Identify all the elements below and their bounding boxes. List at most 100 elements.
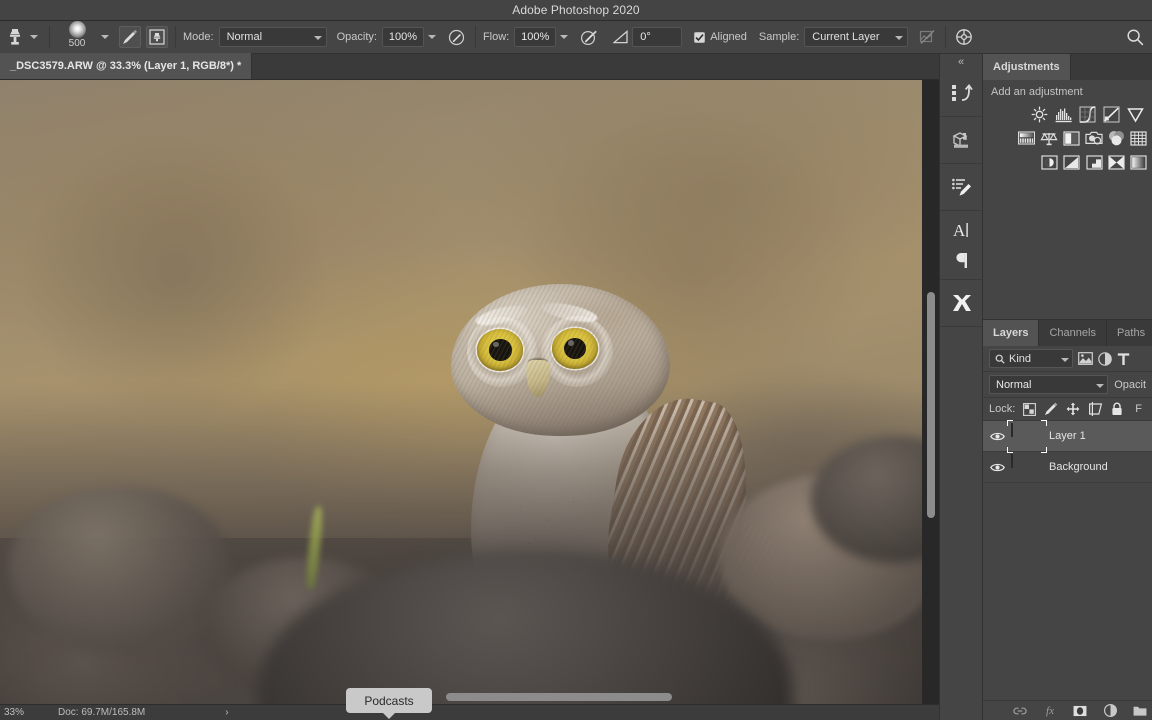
artboard[interactable] bbox=[0, 80, 922, 704]
canvas-area[interactable] bbox=[0, 80, 939, 704]
invert-icon[interactable] bbox=[1040, 152, 1058, 172]
tab-channels-label: Channels bbox=[1049, 327, 1096, 339]
adjustment-layer-filter-icon[interactable] bbox=[1098, 351, 1112, 366]
brightness-contrast-icon[interactable] bbox=[1029, 104, 1049, 124]
title-bar: Adobe Photoshop 2020 bbox=[0, 0, 1152, 21]
canvas-horizontal-scrollbar[interactable] bbox=[446, 693, 672, 701]
document-size-info: Doc: 69.7M/165.8M bbox=[58, 707, 146, 718]
flow-input[interactable]: 100% bbox=[514, 27, 557, 47]
pressure-flow-icon[interactable] bbox=[578, 26, 600, 48]
character-icon[interactable]: A bbox=[940, 215, 983, 245]
photo-filter-icon[interactable] bbox=[1085, 128, 1104, 148]
sample-select[interactable]: Current Layer bbox=[804, 27, 909, 47]
layer-kind-select[interactable]: Kind bbox=[989, 349, 1073, 368]
owl-facial-disc bbox=[541, 315, 614, 388]
layer-blend-mode-value: Normal bbox=[996, 378, 1032, 391]
selective-color-icon[interactable] bbox=[1107, 152, 1125, 172]
layer-row-layer-1[interactable]: Layer 1 bbox=[983, 419, 1152, 453]
posterize-icon[interactable] bbox=[1062, 152, 1080, 172]
divider bbox=[49, 26, 50, 48]
lock-image-pixels-icon[interactable] bbox=[1044, 402, 1058, 416]
tab-paths[interactable]: Paths bbox=[1106, 320, 1152, 346]
owl-pupil bbox=[563, 337, 586, 360]
hue-saturation-icon[interactable] bbox=[1017, 128, 1036, 148]
layers-tab-bar: Layers Channels Paths bbox=[983, 320, 1152, 346]
brush-preset-chevron-down-icon[interactable] bbox=[97, 26, 113, 48]
threshold-icon[interactable] bbox=[1085, 152, 1103, 172]
channel-mixer-icon[interactable] bbox=[1107, 128, 1126, 148]
layers-panel: Layers Channels Paths Kind Normal Opacit… bbox=[982, 319, 1152, 720]
flow-value: 100% bbox=[521, 31, 550, 43]
channels-mixer-icon[interactable] bbox=[940, 284, 983, 322]
tab-adjustments[interactable]: Adjustments bbox=[983, 54, 1071, 80]
color-balance-icon[interactable] bbox=[1040, 128, 1059, 148]
opacity-chevron-down-icon[interactable] bbox=[424, 26, 440, 48]
lock-transparent-pixels-icon[interactable] bbox=[1023, 402, 1037, 416]
black-white-icon[interactable] bbox=[1062, 128, 1081, 148]
levels-icon[interactable] bbox=[1053, 104, 1073, 124]
ignore-adjustment-layers-icon[interactable] bbox=[916, 26, 938, 48]
clone-stamp-icon[interactable] bbox=[4, 25, 26, 49]
layer-blend-mode-select[interactable]: Normal bbox=[989, 375, 1109, 394]
gradient-map-icon[interactable] bbox=[1130, 152, 1148, 172]
layer-thumbnail bbox=[1011, 453, 1013, 468]
search-icon bbox=[995, 354, 1005, 364]
owl-brow bbox=[474, 301, 529, 330]
add-layer-mask-icon[interactable] bbox=[1073, 704, 1087, 718]
document-tab[interactable]: _DSC3579.ARW @ 33.3% (Layer 1, RGB/8*) * bbox=[0, 53, 253, 79]
opacity-value: 100% bbox=[388, 31, 417, 43]
opacity-input[interactable]: 100% bbox=[381, 27, 424, 47]
vibrance-icon[interactable] bbox=[1125, 104, 1145, 124]
tab-layers[interactable]: Layers bbox=[983, 320, 1040, 346]
clone-source-panel-icon[interactable] bbox=[146, 26, 168, 48]
flow-chevron-down-icon[interactable] bbox=[556, 26, 572, 48]
search-icon[interactable] bbox=[1122, 26, 1148, 48]
pixel-layer-filter-icon[interactable] bbox=[1078, 352, 1093, 365]
layer-style-fx-icon[interactable]: fx bbox=[1043, 704, 1057, 718]
brush-settings-icon[interactable] bbox=[119, 26, 141, 48]
layer-name: Background bbox=[1049, 461, 1108, 473]
divider bbox=[474, 26, 476, 48]
brush-angle-icon[interactable] bbox=[610, 26, 632, 48]
eye-icon[interactable] bbox=[989, 459, 1005, 475]
rail-group-history bbox=[940, 70, 982, 117]
paragraph-icon[interactable] bbox=[940, 245, 983, 275]
tab-channels[interactable]: Channels bbox=[1039, 320, 1107, 346]
adjustments-icon-grid bbox=[983, 100, 1152, 176]
color-lookup-icon[interactable] bbox=[1130, 128, 1149, 148]
double-chevron-left-icon[interactable]: « bbox=[940, 54, 982, 70]
podcasts-tooltip-label: Podcasts bbox=[364, 693, 414, 708]
curves-icon[interactable] bbox=[1077, 104, 1097, 124]
lock-all-icon[interactable] bbox=[1111, 402, 1123, 416]
link-layers-icon[interactable] bbox=[1013, 704, 1027, 718]
chevron-right-icon[interactable]: › bbox=[225, 707, 228, 718]
new-group-icon[interactable] bbox=[1133, 704, 1147, 718]
lock-artboard-nesting-icon[interactable] bbox=[1088, 402, 1103, 416]
3d-icon[interactable] bbox=[940, 121, 983, 159]
canvas-vertical-scrollbar[interactable] bbox=[927, 292, 935, 518]
aligned-label: Aligned bbox=[710, 31, 747, 43]
symmetry-icon[interactable] bbox=[953, 26, 975, 48]
layer-row-background[interactable]: Background bbox=[983, 452, 1152, 483]
owl-brow bbox=[540, 299, 599, 326]
layer-thumbnail-wrapper bbox=[1011, 453, 1043, 480]
blend-mode-value: Normal bbox=[226, 31, 263, 43]
history-icon[interactable] bbox=[940, 74, 983, 112]
tool-preset-chevron-down-icon[interactable] bbox=[26, 26, 42, 48]
pressure-opacity-icon[interactable] bbox=[446, 26, 468, 48]
owl-facial-disc bbox=[466, 317, 537, 388]
blend-mode-select[interactable]: Normal bbox=[218, 27, 327, 47]
exposure-icon[interactable] bbox=[1101, 104, 1121, 124]
angle-input[interactable]: 0° bbox=[632, 27, 683, 47]
eye-icon[interactable] bbox=[989, 428, 1005, 444]
lock-position-icon[interactable] bbox=[1066, 402, 1080, 416]
document-tab-label: _DSC3579.ARW @ 33.3% (Layer 1, RGB/8*) * bbox=[10, 60, 242, 72]
podcasts-tooltip: Podcasts bbox=[346, 688, 432, 719]
brush-settings-icon[interactable] bbox=[940, 168, 983, 206]
brush-preset-preview[interactable]: 500 bbox=[57, 21, 97, 52]
mode-label: Mode: bbox=[183, 31, 214, 43]
new-adjustment-layer-icon[interactable] bbox=[1103, 704, 1117, 718]
type-layer-filter-icon[interactable] bbox=[1117, 352, 1130, 366]
aligned-checkbox[interactable]: Aligned bbox=[694, 31, 747, 43]
zoom-level-field[interactable]: 33% bbox=[4, 707, 44, 718]
